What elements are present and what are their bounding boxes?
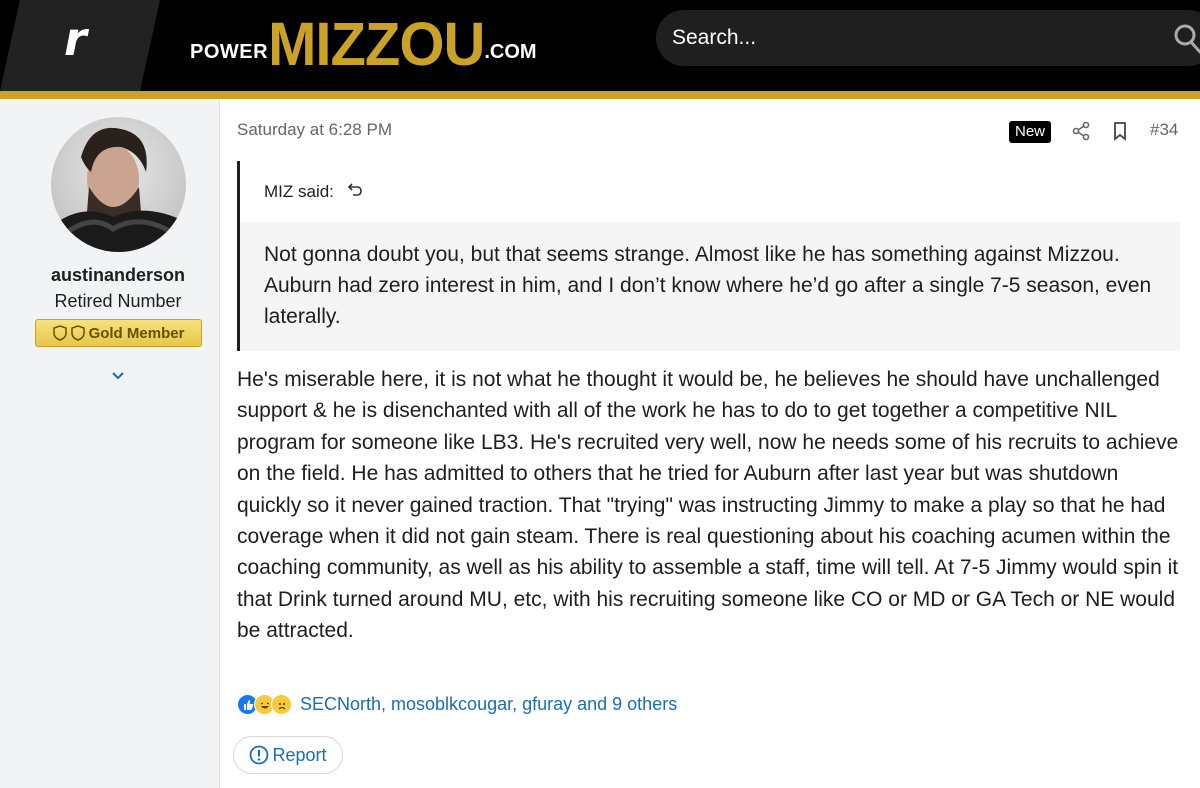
reaction-icons [237,694,292,715]
quote-text: Not gonna doubt you, but that seems stra… [264,243,1152,328]
user-title: Retired Number [54,291,182,311]
search-placeholder: Search... [672,26,757,49]
sad-icon [271,694,292,715]
new-badge: New [1009,121,1052,143]
reactions-list[interactable]: SECNorth, mosoblkcougar, gfuray and 9 ot… [300,694,677,715]
jump-to-quote-icon[interactable] [347,182,363,198]
logo-power-text: POWER [190,41,269,63]
bookmark-icon[interactable] [1112,121,1128,141]
search-input[interactable]: Search... [656,10,1200,66]
header-divider [0,91,1200,99]
report-button[interactable]: Report [233,736,343,774]
badge-label: Gold Member [88,324,185,342]
site-logo[interactable]: POWER MIZZOU .COM [190,10,537,79]
chevron-down-icon[interactable] [110,370,126,382]
shield-icon [70,325,85,341]
shield-icon [52,325,67,341]
rivals-badge[interactable]: r [0,0,160,91]
post-body: He's miserable here, it is not what he t… [237,368,1179,643]
reactions-bar[interactable]: SECNorth, mosoblkcougar, gfuray and 9 ot… [237,694,677,715]
share-icon[interactable] [1072,121,1090,141]
rivals-logo-letter: r [64,12,87,66]
username[interactable]: austinanderson [0,265,236,286]
avatar-image [51,117,186,252]
gold-member-badge: Gold Member [35,319,202,347]
logo-com-text: .COM [484,41,537,63]
post-date[interactable]: Saturday at 6:28 PM [237,120,392,140]
alert-icon [250,745,269,765]
search-icon[interactable] [1174,24,1200,54]
site-header: r POWER MIZZOU .COM Search... [0,0,1200,91]
quote-block: MIZ said: Not gonna doubt you, but that … [237,161,1180,351]
logo-mizzou-text: MIZZOU [268,10,485,79]
report-label: Report [272,744,327,765]
avatar[interactable] [51,117,186,252]
quote-header: MIZ said: [240,161,1180,222]
quote-author[interactable]: MIZ said: [264,182,334,202]
post-number[interactable]: #34 [1150,120,1178,140]
